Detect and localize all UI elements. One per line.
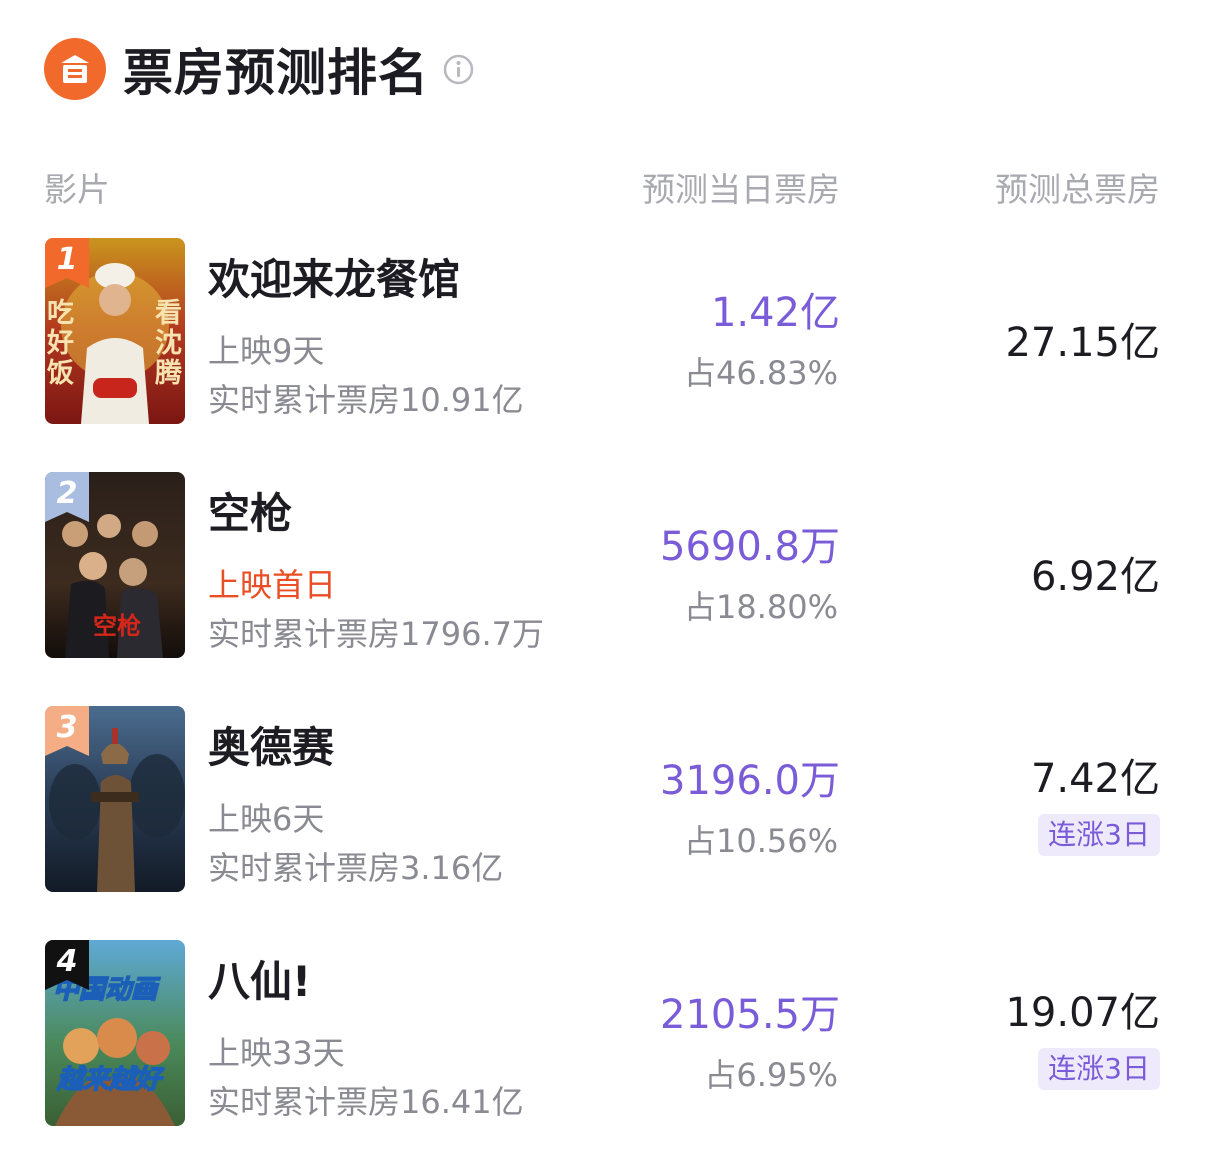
cumulative-box-office: 实时累计票房1796.7万 [208,615,544,653]
share-percent: 占18.80% [683,588,838,626]
share-percent: 占10.56% [683,822,838,860]
rank-badge: 4 [45,940,89,990]
total-forecast-value: 6.92亿 [1030,554,1160,600]
info-icon[interactable] [443,54,474,85]
cumulative-box-office: 实时累计票房16.41亿 [208,1083,524,1121]
day-forecast-value: 2105.5万 [660,992,840,1038]
column-header-film: 影片 [44,170,110,209]
cumulative-box-office: 实时累计票房3.16亿 [208,849,504,887]
poster-text-left-1: 吃 [47,298,74,329]
trend-badge: 连涨3日 [1038,814,1160,856]
movie-poster: 吃 好 饭 看 沈 腾 1 [45,238,185,424]
movie-name[interactable]: 欢迎来龙餐馆 [208,246,460,307]
movie-poster: 空枪 2 [45,472,185,658]
release-status: 上映9天 [208,332,325,370]
poster-text-right-3: 腾 [155,358,183,389]
movie-row[interactable]: 3 奥德赛 上映6天 实时累计票房3.16亿 3196.0万 占10.56% 7… [0,706,1206,894]
poster-slogan-bottom: 越来越好 [56,1065,165,1095]
day-forecast-value: 5690.8万 [660,524,840,570]
column-header-day-forecast[interactable]: 预测当日票房 [642,163,840,211]
share-percent: 占6.95% [704,1056,838,1094]
movie-name[interactable]: 八仙! [208,948,311,1009]
box-office-logo-icon [44,38,106,100]
column-header-total-forecast[interactable]: 预测总票房 [995,163,1160,211]
release-status: 上映33天 [208,1034,345,1072]
total-forecast-value: 19.07亿 [1005,990,1160,1036]
poster-text-right-1: 看 [155,298,182,329]
movie-row[interactable]: 中国动画 越来越好 4 八仙! 上映33天 实时累计票房16.41亿 2105.… [0,940,1206,1128]
poster-text-left-2: 好 [46,328,74,359]
release-status: 上映6天 [208,800,325,838]
rank-badge: 2 [45,472,89,522]
poster-title-text: 空枪 [93,611,141,640]
movie-row[interactable]: 吃 好 饭 看 沈 腾 1 欢迎来龙餐馆 上映9天 实时累计票房10.91亿 1… [0,238,1206,426]
trend-badge: 连涨3日 [1038,1048,1160,1090]
rank-badge: 3 [45,706,89,756]
header: 票房预测排名 [44,36,474,102]
day-forecast-value: 3196.0万 [660,758,840,804]
movie-row[interactable]: 空枪 2 空枪 上映首日 实时累计票房1796.7万 5690.8万 占18.8… [0,472,1206,660]
movie-name[interactable]: 空枪 [208,480,292,541]
poster-text-right-2: 沈 [155,328,182,359]
movie-poster: 中国动画 越来越好 4 [45,940,185,1126]
movie-name[interactable]: 奥德赛 [208,714,334,775]
rank-badge: 1 [45,238,89,288]
total-forecast-value: 7.42亿 [1030,756,1160,802]
share-percent: 占46.83% [683,354,838,392]
page-title: 票房预测排名 [123,44,429,102]
poster-text-left-3: 饭 [47,358,74,389]
cumulative-box-office: 实时累计票房10.91亿 [208,381,524,419]
day-forecast-value: 1.42亿 [710,290,840,336]
total-forecast-value: 27.15亿 [1005,320,1160,366]
movie-poster: 3 [45,706,185,892]
release-status: 上映首日 [208,566,337,604]
